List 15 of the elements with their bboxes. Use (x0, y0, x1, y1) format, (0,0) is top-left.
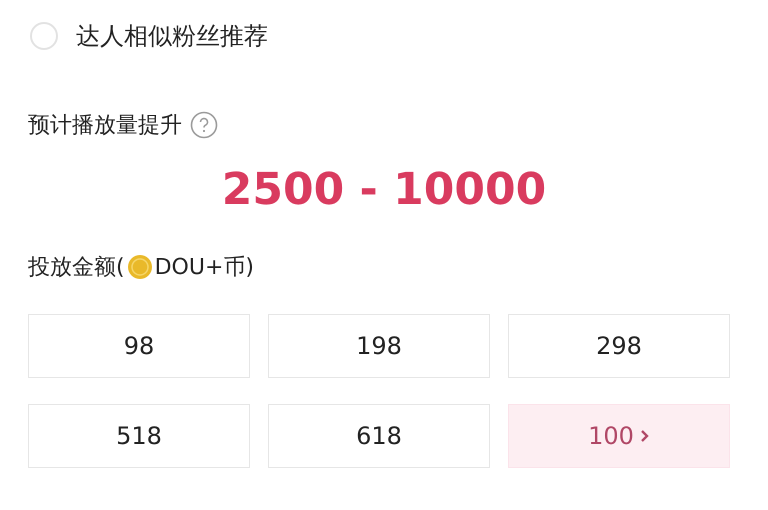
estimate-label: 预计播放量提升 (28, 112, 182, 140)
amount-option[interactable]: 98 (28, 314, 250, 378)
amount-option[interactable]: 100 (508, 404, 730, 468)
amount-option[interactable]: 198 (268, 314, 490, 378)
coin-icon (126, 254, 153, 280)
amount-label: 投放金额( (28, 254, 125, 282)
help-icon[interactable] (190, 111, 218, 139)
currency-label: DOU+币) (154, 254, 254, 282)
amount-option[interactable]: 518 (28, 404, 250, 468)
radio-button[interactable] (30, 22, 58, 50)
amount-option[interactable]: 618 (268, 404, 490, 468)
amount-option[interactable]: 298 (508, 314, 730, 378)
option-label: 达人相似粉丝推荐 (76, 21, 268, 52)
chevron-right-icon (640, 428, 650, 444)
estimate-value: 2500 - 10000 (220, 163, 548, 217)
